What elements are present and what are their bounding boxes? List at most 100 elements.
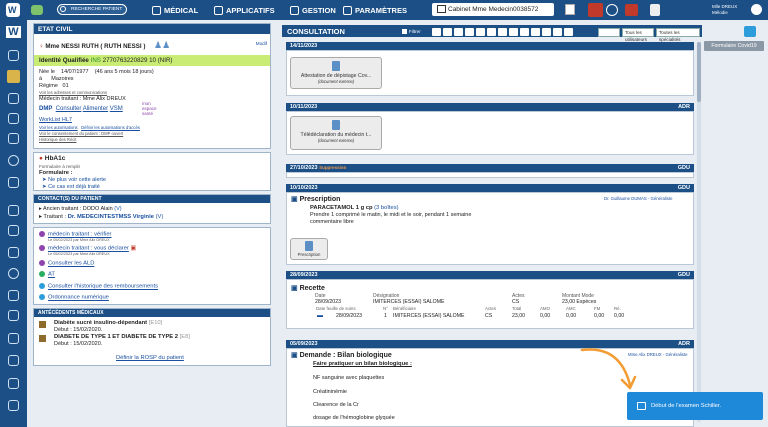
hba1c-option-2[interactable]: ➤ Ce cas est déjà traité (42, 184, 100, 190)
action-remboursements[interactable]: Consulter l'historique des remboursement… (39, 283, 158, 290)
actions-panel: médecin traitant : vérifier Le 05/02/202… (33, 227, 271, 305)
action-at[interactable]: AT (39, 271, 55, 278)
antecedent-1[interactable]: Diabète sucré insulino-dépendant [E10] (54, 320, 162, 326)
toolbar-icon[interactable] (498, 28, 507, 36)
pen-icon[interactable] (8, 225, 19, 236)
hba1c-sub: Formulaire à remplir (39, 164, 81, 169)
dmp-vsm[interactable]: VSM (110, 106, 123, 112)
teledeclaration-document[interactable]: Télédéclaration du médecin t... (document… (290, 116, 382, 150)
patient-file-icon[interactable] (7, 70, 20, 83)
action-ordonnance[interactable]: Ordonnance numérique (39, 294, 109, 301)
birth-date: Née le 14/07/1977 (46 ans 5 mois 18 jour… (39, 69, 154, 75)
folder-icon[interactable]: ▬ (317, 313, 323, 319)
mail-icon[interactable] (625, 4, 638, 16)
hba1c-option-1[interactable]: ➤ Ne plus voir cette alerte (42, 177, 106, 183)
fs-header-re: Ré. (614, 306, 621, 311)
etat-civil-header: ETAT CIVIL (34, 24, 270, 34)
historique-link[interactable]: Historique des Récit (39, 137, 76, 142)
toolbar-icon[interactable] (432, 28, 441, 36)
document-icon[interactable] (565, 4, 575, 15)
settings-rail-icon[interactable] (8, 400, 19, 411)
toast-icon (637, 402, 646, 410)
rosp-link[interactable]: Définir la ROSP du patient (116, 355, 184, 361)
app-logo[interactable]: W (6, 3, 20, 17)
nav-gestion[interactable]: GESTION (290, 4, 336, 16)
grid-icon[interactable] (8, 333, 19, 344)
nav-applicatifs[interactable]: APPLICATIFS (214, 4, 275, 16)
antecedent-1-debut: Début : 15/02/2020. (54, 327, 103, 333)
antecedents-panel: ANTÉCÉDENTS MÉDICAUX Diabète sucré insul… (33, 308, 271, 366)
identite-qualifiee-bar: Identité Qualifiée INS 2770763220829 10 … (34, 55, 270, 66)
target-icon[interactable] (8, 155, 19, 166)
toolbar-icon[interactable] (564, 28, 573, 36)
adresses-link[interactable]: Voir les adresses et communications (39, 90, 107, 95)
document-rail-icon[interactable] (8, 93, 19, 104)
toolbar-icon[interactable] (443, 28, 452, 36)
printer-icon[interactable] (8, 378, 19, 389)
refresh-icon[interactable] (744, 26, 756, 37)
scrollbar-thumb[interactable] (697, 42, 701, 102)
window-icon[interactable] (650, 4, 660, 16)
clock-icon[interactable] (8, 133, 19, 144)
toolbar-icon[interactable] (509, 28, 518, 36)
mon-espace-sante-logo[interactable]: mon espace santé (142, 101, 164, 116)
filter-checkbox[interactable] (402, 29, 407, 34)
action-declarer[interactable]: médecin traitant : vous déclarer ▣ (39, 245, 136, 252)
pdf-icon[interactable]: ▣ (131, 246, 136, 252)
user-avatar[interactable] (751, 4, 762, 15)
agenda-icon[interactable] (8, 113, 19, 124)
action-dot (39, 283, 45, 289)
specialites-select[interactable]: Toutes les spécialités (656, 28, 700, 42)
antecedent-2[interactable]: DIABETE DE TYPE 1 ET DIABETE DE TYPE 2 [… (54, 334, 190, 340)
dmp-alimenter[interactable]: Alimenter (83, 106, 108, 112)
alert-app-icon[interactable] (588, 3, 603, 17)
stack-icon[interactable] (8, 247, 19, 258)
users-select[interactable]: Tous les utilisateurs (622, 28, 654, 42)
cabinet-selector[interactable]: Cabinet Mme Medecin0038572 (432, 3, 554, 16)
home-icon[interactable] (8, 50, 19, 61)
consentement-link[interactable]: Voir le consentement du patient : DMP ou… (39, 131, 123, 136)
family-icon[interactable]: ♟♟ (154, 40, 170, 50)
formulaire-covid-button[interactable]: Formulaire Covid19 (704, 41, 764, 51)
toolbar-icon[interactable] (520, 28, 529, 36)
toolbar-icon[interactable] (542, 28, 551, 36)
user-search-icon[interactable] (8, 177, 19, 188)
entry-header: 10/10/2023 GDU (286, 184, 694, 192)
annotation-arrow (580, 348, 637, 390)
ancien-traitant: ▸ Ancien traitant : DODO Alain (V) (39, 206, 122, 212)
toolbar-icon[interactable] (553, 28, 562, 36)
chart-icon[interactable] (8, 355, 19, 366)
tool-icon[interactable] (8, 205, 19, 216)
document-icon (332, 61, 340, 71)
dmp-row: DMP Consulter Alimenter VSM (39, 106, 123, 112)
chat-icon[interactable] (31, 5, 43, 15)
worklist-link[interactable]: WorkList HL7 (39, 117, 72, 123)
nav-parametres[interactable]: PARAMÈTRES (343, 4, 407, 16)
antecedent-2-debut: Début : 15/02/2020. (54, 341, 103, 347)
toolbar-icon[interactable] (454, 28, 463, 36)
action-dot (39, 245, 45, 251)
dmp-consulter[interactable]: Consulter (56, 106, 82, 112)
action-verifier[interactable]: médecin traitant : vérifier (39, 231, 111, 238)
user-name[interactable]: Mlle DREUX Mélodie (712, 4, 742, 15)
prescription-doctor: Dr. Guillaume DUMAS - Généraliste (604, 196, 673, 201)
patient-search-input[interactable]: RECHERCHE PATIENT (57, 4, 127, 15)
modif-link[interactable]: Modif (256, 41, 267, 46)
toolbar-icon[interactable] (487, 28, 496, 36)
attestation-document[interactable]: Attestation de dépistage Cov... (document… (290, 57, 382, 89)
toolbar-icon[interactable] (531, 28, 540, 36)
autorisations-row: Voir les autorisations Définir les autor… (39, 125, 140, 130)
entry-header: 14/11/2023 (286, 42, 694, 50)
timer-icon[interactable] (8, 268, 19, 279)
toolbar-icon[interactable] (476, 28, 485, 36)
prescription-document[interactable]: Prescription (290, 238, 328, 260)
calendar-icon (437, 5, 446, 13)
nav-medical[interactable]: MÉDICAL (152, 4, 198, 16)
list-icon[interactable] (8, 310, 19, 321)
prescription-card (286, 192, 694, 265)
filter-select-1[interactable] (598, 28, 620, 37)
toolbar-icon[interactable] (465, 28, 474, 36)
notes-icon[interactable] (8, 290, 19, 301)
action-ald[interactable]: Consulter les ALD (39, 260, 94, 267)
notification-icon[interactable] (606, 4, 618, 16)
